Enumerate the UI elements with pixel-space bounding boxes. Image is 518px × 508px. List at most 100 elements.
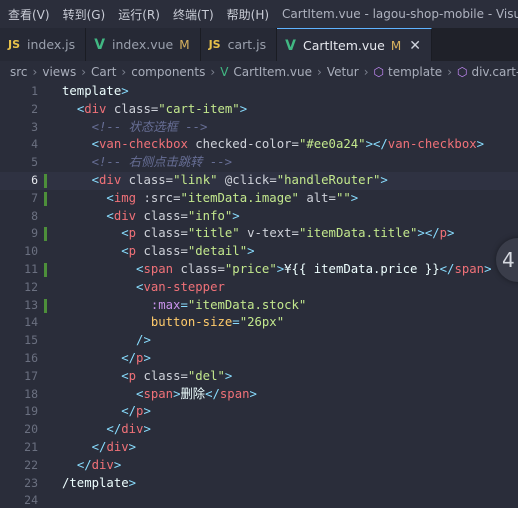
line-number: 8 bbox=[31, 208, 38, 223]
line-number: 5 bbox=[31, 155, 38, 170]
line-number: 20 bbox=[24, 422, 38, 437]
code-line[interactable]: 20 </div> bbox=[0, 421, 518, 439]
line-number: 9 bbox=[31, 226, 38, 241]
code-line[interactable]: 14 button-size="26px" bbox=[0, 314, 518, 332]
code-line[interactable]: 24 bbox=[0, 492, 518, 508]
code-text: <img :src="itemData.image" alt=""> bbox=[106, 190, 359, 205]
menu-help[interactable]: 帮助(H) bbox=[222, 6, 274, 23]
code-line[interactable]: 13 :max="itemData.stock" bbox=[0, 297, 518, 315]
tab-label: CartItem.vue bbox=[302, 38, 385, 53]
menu-terminal[interactable]: 终端(T) bbox=[168, 6, 219, 23]
code-text: <p class="del"> bbox=[121, 368, 233, 383]
breadcrumb-file[interactable]: CartItem.vue bbox=[233, 65, 312, 79]
code-line[interactable]: 9 <p class="title" v-text="itemData.titl… bbox=[0, 225, 518, 243]
code-line[interactable]: 11 <span class="price">¥{{ itemData.pric… bbox=[0, 261, 518, 279]
code-editor[interactable]: 1 template> 2 <div class="cart-item"> 3 <!-… bbox=[0, 83, 518, 508]
line-number: 12 bbox=[24, 279, 38, 294]
git-modified-marker bbox=[44, 191, 47, 206]
editor-tabs: JS index.js V index.vue M JS cart.js V C… bbox=[0, 28, 518, 61]
code-text: <div class="info"> bbox=[106, 208, 240, 223]
code-text: /template> bbox=[62, 475, 137, 490]
code-text: <!-- 右侧点击跳转 --> bbox=[91, 155, 233, 170]
tab-index-js[interactable]: JS index.js bbox=[0, 28, 87, 61]
breadcrumb-div-cart-item[interactable]: div.cart-item bbox=[471, 65, 518, 79]
code-text: /> bbox=[136, 333, 151, 348]
chevron-right-icon: › bbox=[447, 65, 452, 79]
code-text: </div> bbox=[91, 439, 137, 454]
close-icon[interactable]: ✕ bbox=[409, 38, 421, 54]
code-text: <van-checkbox checked-color="#ee0a24"></… bbox=[91, 137, 485, 152]
code-line[interactable]: 2 <div class="cart-item"> bbox=[0, 101, 518, 119]
symbol-icon: ⬡ bbox=[373, 65, 385, 79]
code-line[interactable]: 18 <span>删除</span> bbox=[0, 386, 518, 404]
code-text: </div> bbox=[76, 457, 122, 472]
line-number: 3 bbox=[31, 119, 38, 134]
line-number: 22 bbox=[24, 457, 38, 472]
line-number: 19 bbox=[24, 404, 38, 419]
chevron-right-icon: › bbox=[210, 65, 216, 79]
modified-badge: M bbox=[390, 38, 402, 53]
tab-cartitem-vue[interactable]: V CartItem.vue M ✕ bbox=[277, 28, 432, 61]
vue-icon: V bbox=[220, 65, 229, 79]
tab-cart-js[interactable]: JS cart.js bbox=[200, 28, 278, 61]
breadcrumb: src › views › Cart › components › V Cart… bbox=[0, 61, 518, 83]
menu-view[interactable]: 查看(V) bbox=[3, 6, 55, 23]
line-number: 2 bbox=[31, 101, 38, 116]
code-line[interactable]: 6 <div class="link" @click="handleRouter… bbox=[0, 171, 518, 190]
git-modified-marker bbox=[44, 298, 47, 313]
breadcrumb-components[interactable]: components bbox=[131, 65, 205, 79]
breadcrumb-vetur[interactable]: Vetur bbox=[327, 65, 359, 79]
menu-goto[interactable]: 转到(G) bbox=[58, 6, 111, 23]
code-text: <!-- 状态选框 --> bbox=[91, 119, 208, 134]
code-text: template> bbox=[62, 84, 129, 98]
code-line[interactable]: 16 </p> bbox=[0, 350, 518, 368]
breadcrumb-template[interactable]: template bbox=[388, 65, 442, 79]
line-number: 11 bbox=[24, 261, 38, 276]
line-number: 16 bbox=[24, 350, 38, 365]
code-line[interactable]: 3 <!-- 状态选框 --> bbox=[0, 119, 518, 137]
code-line[interactable]: 17 <p class="del"> bbox=[0, 368, 518, 386]
code-line[interactable]: 7 <img :src="itemData.image" alt=""> bbox=[0, 190, 518, 208]
code-line[interactable]: 19 </p> bbox=[0, 403, 518, 421]
git-modified-marker bbox=[44, 173, 47, 188]
code-text: </p> bbox=[121, 350, 151, 365]
code-line[interactable]: 4 <van-checkbox checked-color="#ee0a24">… bbox=[0, 136, 518, 154]
line-number: 15 bbox=[24, 333, 38, 348]
vue-icon: V bbox=[94, 36, 106, 53]
code-text: <p class="detail"> bbox=[121, 244, 255, 259]
line-number: 13 bbox=[24, 297, 38, 312]
code-text: </p> bbox=[121, 404, 151, 419]
line-number: 7 bbox=[31, 190, 38, 205]
code-line[interactable]: 23/template> bbox=[0, 475, 518, 493]
git-modified-marker bbox=[44, 227, 47, 242]
breadcrumb-cart[interactable]: Cart bbox=[91, 65, 116, 79]
code-text: <p class="title" v-text="itemData.title"… bbox=[121, 226, 455, 241]
code-text: <van-stepper bbox=[136, 279, 225, 294]
chevron-right-icon: › bbox=[363, 65, 369, 79]
line-number: 21 bbox=[24, 439, 38, 454]
line-number: 24 bbox=[24, 493, 38, 508]
code-line[interactable]: 10 <p class="detail"> bbox=[0, 243, 518, 261]
code-line[interactable]: 8 <div class="info"> bbox=[0, 208, 518, 226]
code-line[interactable]: 22 </div> bbox=[0, 457, 518, 475]
breadcrumb-views[interactable]: views bbox=[42, 65, 76, 79]
js-icon: JS bbox=[8, 38, 21, 51]
chevron-right-icon: › bbox=[317, 65, 322, 79]
code-text: <span class="price">¥{{ itemData.price }… bbox=[136, 261, 492, 276]
line-number: 4 bbox=[31, 137, 38, 152]
breadcrumb-src[interactable]: src bbox=[10, 65, 28, 79]
code-line[interactable]: 21 </div> bbox=[0, 439, 518, 457]
vue-icon: V bbox=[285, 37, 296, 54]
line-number: 17 bbox=[24, 368, 38, 383]
chevron-right-icon: › bbox=[32, 65, 38, 79]
code-text: :max="itemData.stock" bbox=[150, 297, 307, 312]
code-line[interactable]: 1 template> bbox=[0, 83, 518, 101]
tab-index-vue[interactable]: V index.vue M bbox=[86, 28, 201, 61]
code-line[interactable]: 12 <van-stepper bbox=[0, 279, 518, 297]
code-line[interactable]: 5 <!-- 右侧点击跳转 --> bbox=[0, 154, 518, 172]
code-line[interactable]: 15 /> bbox=[0, 332, 518, 350]
menu-bar: 查看(V) 转到(G) 运行(R) 终端(T) 帮助(H) CartItem.v… bbox=[0, 0, 518, 28]
chevron-right-icon: › bbox=[121, 65, 127, 79]
code-text: </div> bbox=[106, 422, 151, 437]
menu-run[interactable]: 运行(R) bbox=[113, 6, 165, 23]
